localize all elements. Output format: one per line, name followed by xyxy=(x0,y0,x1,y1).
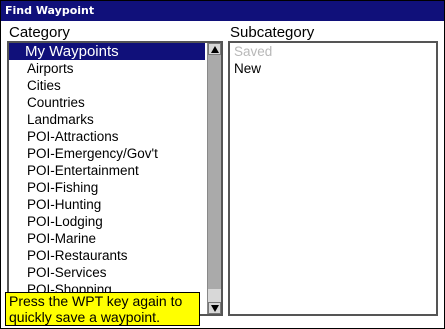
subcategory-item[interactable]: New xyxy=(234,60,272,77)
category-item[interactable]: POI-Lodging xyxy=(9,213,205,230)
window-title: Find Waypoint xyxy=(1,1,444,21)
scroll-up-arrow-icon xyxy=(211,46,219,53)
scroll-thumb[interactable] xyxy=(208,55,221,289)
category-item[interactable]: POI-Entertainment xyxy=(9,162,205,179)
find-waypoint-dialog: Find Waypoint Category Subcategory My Wa… xyxy=(0,0,445,329)
category-item[interactable]: Countries xyxy=(9,94,205,111)
tooltip-line-1: Press the WPT key again to xyxy=(9,293,183,309)
category-item[interactable]: POI-Fishing xyxy=(9,179,205,196)
category-item[interactable]: POI-Emergency/Gov't xyxy=(9,145,205,162)
category-item[interactable]: POI-Restaurants xyxy=(9,247,205,264)
category-header: Category xyxy=(9,24,70,41)
scroll-down-arrow-icon xyxy=(211,305,219,312)
help-tooltip: Press the WPT key again to quickly save … xyxy=(5,292,200,326)
subcategory-list[interactable]: Saved New xyxy=(228,41,438,316)
subcategory-items: Saved New xyxy=(234,43,272,77)
subcategory-header: Subcategory xyxy=(230,24,315,41)
category-items: My Waypoints Airports Cities Countries Landm… xyxy=(9,43,205,298)
category-item[interactable]: Cities xyxy=(9,77,205,94)
category-scrollbar[interactable] xyxy=(207,43,221,314)
category-list[interactable]: My Waypoints Airports Cities Countries Landm… xyxy=(7,41,223,316)
category-item[interactable]: My Waypoints xyxy=(9,43,205,60)
category-item[interactable]: POI-Attractions xyxy=(9,128,205,145)
category-item[interactable]: POI-Hunting xyxy=(9,196,205,213)
category-item[interactable]: Landmarks xyxy=(9,111,205,128)
category-item[interactable]: POI-Services xyxy=(9,264,205,281)
scroll-down-button[interactable] xyxy=(208,302,221,314)
tooltip-line-2: quickly save a waypoint. xyxy=(9,309,160,325)
category-item[interactable]: POI-Marine xyxy=(9,230,205,247)
subcategory-item: Saved xyxy=(234,44,273,59)
scroll-up-button[interactable] xyxy=(208,43,221,55)
category-item[interactable]: Airports xyxy=(9,60,205,77)
